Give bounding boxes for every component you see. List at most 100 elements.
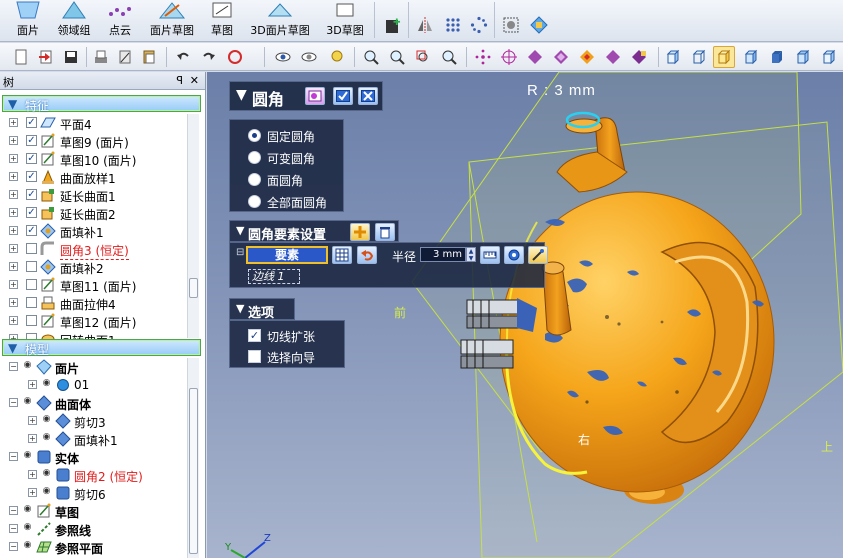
edge-list-item[interactable]: 边线 1 — [248, 269, 300, 284]
visibility-icon[interactable]: ◉ — [23, 397, 32, 407]
visibility-icon[interactable]: ◉ — [23, 451, 32, 461]
visibility-icon[interactable]: ◉ — [42, 433, 51, 443]
expand-icon[interactable]: − — [9, 362, 18, 371]
ribbon-sketch-button[interactable]: 草图 — [204, 0, 240, 42]
expand-icon[interactable]: + — [9, 118, 18, 127]
visibility-checkbox[interactable]: ✓ — [26, 225, 37, 236]
expand-icon[interactable]: + — [9, 208, 18, 217]
model-body[interactable] — [499, 191, 775, 493]
element-reset-button[interactable] — [357, 246, 377, 264]
zoom-selected-button[interactable] — [438, 46, 460, 68]
radius-estimate-button[interactable] — [504, 246, 524, 264]
radius-extract-button[interactable] — [528, 246, 548, 264]
display-normal-button[interactable] — [818, 46, 840, 68]
redo-button[interactable] — [198, 46, 220, 68]
collapse-triangle-icon[interactable]: ▼ — [236, 87, 247, 103]
feature-tree-item[interactable]: + 草图12 (面片) — [0, 312, 185, 330]
expand-icon[interactable]: + — [9, 316, 18, 325]
ribbon-3d-sketch-button[interactable]: 3D草图 — [322, 0, 368, 42]
radio-button[interactable] — [248, 195, 261, 208]
element-field[interactable]: 要素 — [246, 246, 328, 264]
collapse-minus-icon[interactable]: ⊟ — [236, 247, 244, 258]
option-checkbox[interactable] — [248, 350, 261, 363]
expand-icon[interactable]: − — [9, 542, 18, 551]
cancel-button[interactable] — [358, 87, 378, 105]
select-feature-button[interactable] — [576, 46, 598, 68]
model-tree-item[interactable]: + ◉ 面填补1 — [0, 430, 185, 448]
view-hide-button[interactable] — [298, 46, 320, 68]
feature-tree-item[interactable]: + ✓ 平面4 — [0, 114, 185, 132]
select-body-button[interactable] — [550, 46, 572, 68]
feature-tree-item[interactable]: + 面填补2 — [0, 258, 185, 276]
display-transparent-button[interactable] — [740, 46, 762, 68]
model-tree-item[interactable]: − ◉ 实体 — [0, 448, 185, 466]
option-checkbox[interactable]: ✓ — [248, 329, 261, 342]
radio-button[interactable] — [248, 129, 261, 142]
display-edge-button[interactable] — [713, 46, 735, 68]
preview-button[interactable] — [305, 87, 325, 105]
expand-icon[interactable]: + — [9, 190, 18, 199]
expand-icon[interactable]: + — [28, 434, 37, 443]
option-row[interactable]: ✓ 切线扩张 — [248, 328, 340, 346]
visibility-checkbox[interactable]: ✓ — [26, 189, 37, 200]
model-tree-item[interactable]: − ◉ 草图 — [0, 502, 185, 520]
expand-icon[interactable]: + — [28, 470, 37, 479]
display-wire-button[interactable] — [688, 46, 710, 68]
new-file-button[interactable] — [10, 46, 32, 68]
visibility-checkbox[interactable]: ✓ — [26, 171, 37, 182]
visibility-checkbox[interactable] — [26, 243, 37, 254]
model-tree-item[interactable]: − ◉ 参照平面 — [0, 538, 185, 556]
display-shaded-button[interactable] — [662, 46, 684, 68]
expand-icon[interactable]: + — [28, 416, 37, 425]
feature-tree-item[interactable]: + ✓ 草图10 (面片) — [0, 150, 185, 168]
scrollbar-thumb[interactable] — [189, 388, 198, 554]
model-tree-item[interactable]: − ◉ 面片 — [0, 358, 185, 376]
ok-button[interactable] — [333, 87, 353, 105]
feature-list-scrollbar[interactable] — [187, 114, 199, 338]
feature-tree-item[interactable]: + 曲面拉伸4 — [0, 294, 185, 312]
radius-callout[interactable]: R : 3 mm — [527, 82, 596, 99]
model-section-header[interactable]: ▼ 模型 — [2, 339, 201, 357]
expand-icon[interactable]: + — [9, 298, 18, 307]
visibility-icon[interactable]: ◉ — [23, 505, 32, 515]
expand-icon[interactable]: − — [9, 452, 18, 461]
expand-icon[interactable]: + — [9, 244, 18, 253]
select-point-button[interactable] — [472, 46, 494, 68]
feature-tree-item[interactable]: + ✓ 曲面放样1 — [0, 168, 185, 186]
feature-tree-item[interactable]: + ✓ 面填补1 — [0, 222, 185, 240]
ribbon-fit-button[interactable] — [500, 14, 522, 36]
pin-icon[interactable]: ꟼ — [176, 74, 183, 87]
feature-tree-item[interactable]: + ✓ 草图9 (面片) — [0, 132, 185, 150]
feature-tree-item[interactable]: + 草图11 (面片) — [0, 276, 185, 294]
visibility-checkbox[interactable] — [26, 297, 37, 308]
expand-icon[interactable]: − — [9, 506, 18, 515]
import-button[interactable] — [35, 46, 57, 68]
save-button[interactable] — [60, 46, 82, 68]
feature-tree-item[interactable]: + ✓ 延长曲面2 — [0, 204, 185, 222]
view-light-button[interactable] — [326, 46, 348, 68]
expand-icon[interactable]: + — [9, 172, 18, 181]
zoom-fit-button[interactable] — [360, 46, 382, 68]
visibility-icon[interactable]: ◉ — [42, 379, 51, 389]
model-tree-item[interactable]: + ◉ 圆角2 (恒定) — [0, 466, 185, 484]
ribbon-exit-sketch-button[interactable]: ✚ — [382, 14, 404, 36]
select-vertex-button[interactable] — [498, 46, 520, 68]
ribbon-pattern-button[interactable] — [442, 14, 464, 36]
expand-icon[interactable]: − — [9, 398, 18, 407]
expand-icon[interactable]: + — [28, 488, 37, 497]
expand-icon[interactable]: + — [9, 136, 18, 145]
regenerate-button[interactable] — [224, 46, 246, 68]
radius-spinner[interactable]: ▲ ▼ — [466, 247, 476, 262]
model-tree-item[interactable]: + ◉ 剪切3 — [0, 412, 185, 430]
feature-tree-item[interactable]: + 圆角3 (恒定) — [0, 240, 185, 260]
display-hidden-button[interactable] — [766, 46, 788, 68]
visibility-icon[interactable]: ◉ — [23, 523, 32, 533]
delete-setting-button[interactable] — [375, 223, 395, 241]
select-face-button[interactable] — [524, 46, 546, 68]
radio-button[interactable] — [248, 151, 261, 164]
visibility-icon[interactable]: ◉ — [23, 361, 32, 371]
close-icon[interactable]: ✕ — [190, 74, 199, 87]
paste-button[interactable] — [138, 46, 160, 68]
visibility-checkbox[interactable]: ✓ — [26, 135, 37, 146]
ribbon-region-group-button[interactable]: 领域组 — [52, 0, 96, 42]
